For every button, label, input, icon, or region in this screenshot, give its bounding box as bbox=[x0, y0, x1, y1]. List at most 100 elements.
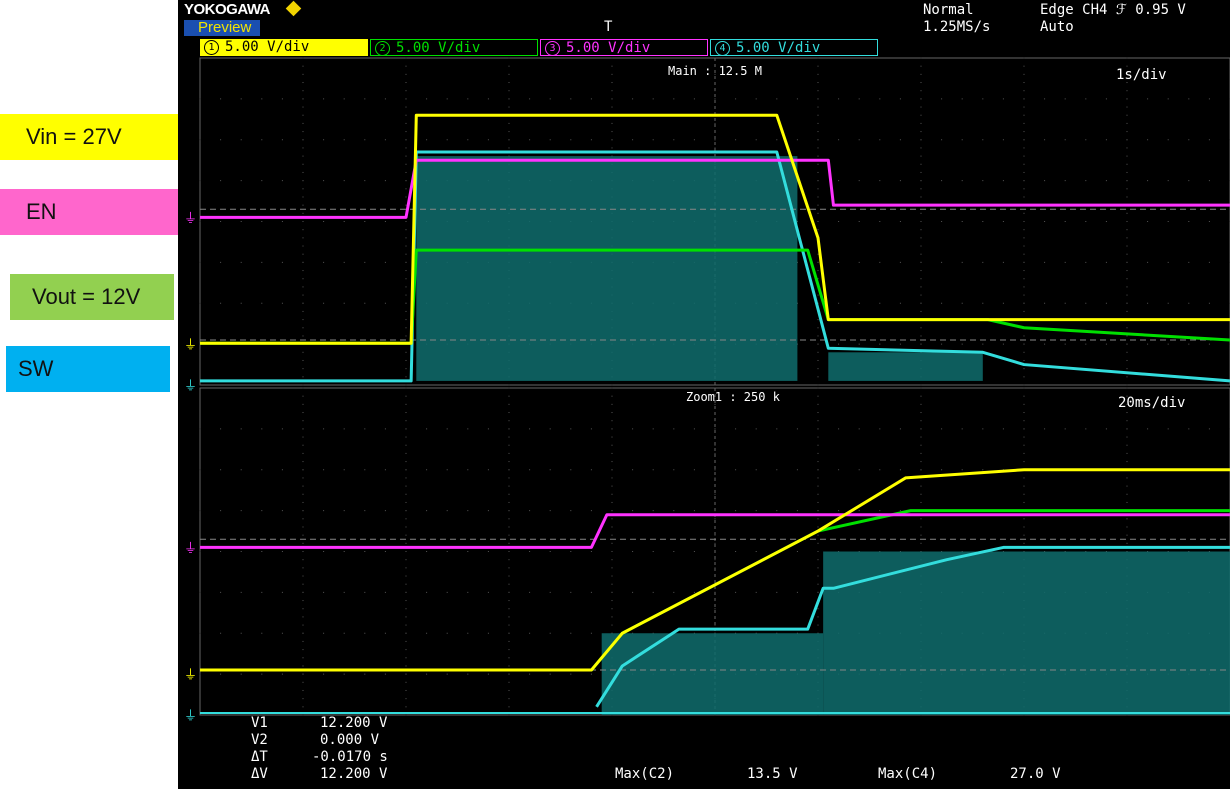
grid-dot bbox=[302, 106, 304, 108]
grid-dot bbox=[405, 139, 407, 141]
grid-dot bbox=[405, 237, 407, 239]
grid-dot bbox=[817, 518, 819, 520]
grid-dot bbox=[405, 567, 407, 569]
grid-dot bbox=[1044, 302, 1046, 304]
grid-dot bbox=[1023, 351, 1025, 353]
grid-dot bbox=[838, 510, 840, 512]
grid-dot bbox=[920, 469, 922, 471]
grid-dot bbox=[384, 428, 386, 430]
grid-dot bbox=[487, 428, 489, 430]
grid-dot bbox=[632, 428, 634, 430]
grid-dot bbox=[302, 196, 304, 198]
grid-dot bbox=[405, 493, 407, 495]
series-en bbox=[200, 513, 1230, 549]
grid-dot bbox=[1023, 436, 1025, 438]
grid-dot bbox=[302, 657, 304, 659]
grid-dot bbox=[508, 657, 510, 659]
grid-dot bbox=[487, 469, 489, 471]
grid-dot bbox=[343, 428, 345, 430]
grid-dot bbox=[1188, 261, 1190, 263]
grid-dot bbox=[858, 180, 860, 182]
grid-dot bbox=[302, 493, 304, 495]
grid-dot bbox=[714, 122, 716, 124]
grid-dot bbox=[302, 689, 304, 691]
grid-dot bbox=[281, 302, 283, 304]
grid-dot bbox=[405, 600, 407, 602]
grid-dot bbox=[240, 302, 242, 304]
grid-dot bbox=[302, 65, 304, 67]
grid-dot bbox=[446, 632, 448, 634]
legend-label-vin-text: Vin = 27V bbox=[26, 124, 122, 149]
grid-dot bbox=[302, 412, 304, 414]
grid-dot bbox=[1188, 221, 1190, 222]
grid-dot bbox=[343, 98, 345, 100]
grid-dot bbox=[879, 302, 881, 304]
grid-dot bbox=[487, 632, 489, 634]
grid-dot bbox=[302, 131, 304, 133]
grid-dot bbox=[405, 114, 407, 116]
grid-dot bbox=[817, 212, 819, 214]
grid-dot bbox=[529, 510, 531, 512]
grid-dot bbox=[1188, 302, 1190, 304]
grid-dot bbox=[1044, 98, 1046, 100]
grid-dot bbox=[838, 261, 840, 263]
grid-dot bbox=[508, 395, 510, 397]
grid-dot bbox=[961, 343, 963, 345]
grid-dot bbox=[817, 147, 819, 149]
grid-dot bbox=[920, 294, 922, 296]
grid-dot bbox=[405, 714, 407, 716]
grid-dot bbox=[1023, 452, 1025, 454]
grid-dot bbox=[982, 180, 984, 182]
grid-dot bbox=[199, 428, 201, 430]
grid-dot bbox=[384, 551, 386, 552]
grid-dot bbox=[920, 436, 922, 438]
grid-dot bbox=[1167, 139, 1169, 141]
grid-dot bbox=[714, 518, 716, 520]
grid-dot bbox=[508, 384, 510, 386]
grid-dot bbox=[611, 65, 613, 67]
grid-dot bbox=[364, 551, 366, 552]
grid-dot bbox=[508, 608, 510, 610]
grid-dot bbox=[426, 98, 428, 100]
grid-dot bbox=[1023, 147, 1025, 149]
waveform-display: ⏚ ⏚ ⏚ ⏚ ⏚ ⏚ Main : 12.5 M 1s/div Zoom1 : 250… bbox=[184, 57, 1230, 724]
grid-dot bbox=[199, 469, 201, 471]
grid-dot bbox=[240, 469, 242, 471]
grid-dot bbox=[508, 526, 510, 528]
grid-dot bbox=[446, 469, 448, 471]
grid-dot bbox=[714, 428, 716, 430]
grid-dot bbox=[405, 640, 407, 642]
grid-dot bbox=[838, 139, 840, 141]
grid-dot bbox=[1126, 270, 1128, 272]
grid-dot bbox=[920, 461, 922, 463]
grid-dot bbox=[1167, 261, 1169, 263]
grid-dot bbox=[302, 302, 304, 304]
grid-dot bbox=[1023, 403, 1025, 405]
grid-dot bbox=[343, 139, 345, 141]
grid-dot bbox=[611, 428, 613, 430]
grid-dot bbox=[611, 501, 613, 503]
legend-label-sw: SW bbox=[6, 346, 170, 392]
grid-dot bbox=[858, 98, 860, 100]
grid-dot bbox=[240, 428, 242, 430]
grid-dot bbox=[1126, 428, 1128, 430]
grid-dot bbox=[817, 551, 819, 552]
grid-dot bbox=[611, 147, 613, 149]
grid-dot bbox=[1023, 485, 1025, 487]
grid-dot bbox=[1023, 420, 1025, 422]
grid-dot bbox=[817, 204, 819, 206]
grid-dot bbox=[941, 180, 943, 182]
grid-dot bbox=[673, 551, 675, 552]
grid-dot bbox=[920, 212, 922, 214]
grid-dot bbox=[1126, 90, 1128, 92]
grid-dot bbox=[611, 616, 613, 618]
grid-dot bbox=[405, 412, 407, 414]
grid-dot bbox=[405, 501, 407, 503]
grid-dot bbox=[343, 180, 345, 182]
grid-dot bbox=[817, 412, 819, 414]
grid-dot bbox=[446, 510, 448, 512]
grid-dot bbox=[1126, 368, 1128, 370]
grid-dot bbox=[405, 616, 407, 618]
grid-dot bbox=[879, 98, 881, 100]
grid-dot bbox=[1023, 534, 1025, 536]
